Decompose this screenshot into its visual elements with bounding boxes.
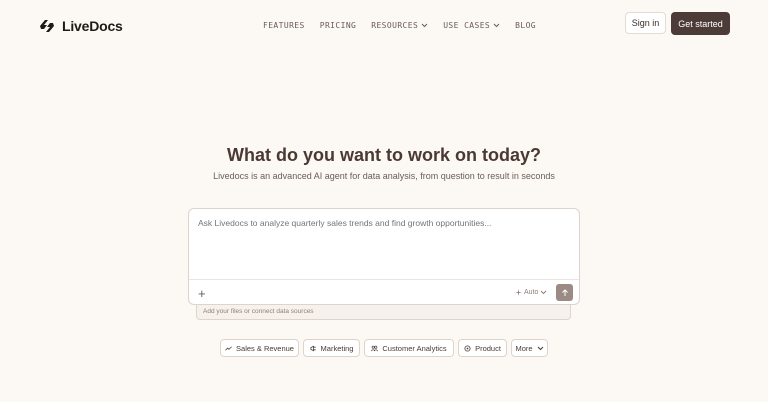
- mode-selector[interactable]: Auto: [515, 289, 547, 296]
- livedocs-logo-icon: [40, 20, 54, 32]
- chevron-down-icon: [541, 290, 547, 295]
- nav-pricing-label: PRICING: [319, 21, 357, 30]
- nav-use-cases[interactable]: USE CASES: [443, 21, 500, 30]
- nav-blog[interactable]: BLOG: [515, 21, 536, 30]
- get-started-button[interactable]: Get started: [671, 12, 730, 35]
- megaphone-icon: [310, 345, 316, 351]
- top-navbar: LiveDocs FEATURES PRICING RESOURCES USE …: [0, 0, 768, 48]
- brand-name: LiveDocs: [62, 18, 123, 34]
- chevron-down-icon: [493, 23, 500, 28]
- trending-up-icon: [225, 345, 232, 351]
- chip-customer-analytics[interactable]: Customer Analytics: [364, 339, 454, 357]
- users-icon: [371, 345, 379, 351]
- chip-label: Customer Analytics: [382, 343, 447, 353]
- main-menu: FEATURES PRICING RESOURCES USE CASES BLO…: [263, 21, 551, 30]
- nav-blog-label: BLOG: [515, 21, 537, 30]
- chip-label: Marketing: [320, 343, 354, 353]
- prompt-composer: + Auto: [188, 208, 580, 305]
- nav-resources[interactable]: RESOURCES: [371, 21, 428, 30]
- prompt-input[interactable]: [198, 218, 568, 228]
- mode-label: Auto: [524, 289, 539, 296]
- hero-title: What do you want to work on today?: [227, 145, 541, 165]
- send-button[interactable]: [556, 284, 573, 301]
- chip-marketing[interactable]: Marketing: [303, 339, 360, 357]
- chevron-down-icon: [537, 346, 543, 350]
- nav-use-cases-label: USE CASES: [443, 21, 491, 30]
- chip-label: More: [515, 343, 533, 353]
- nav-features-label: FEATURES: [263, 21, 305, 30]
- nav-resources-label: RESOURCES: [371, 21, 419, 30]
- chip-more[interactable]: More: [511, 339, 548, 357]
- sign-in-button[interactable]: Sign in: [625, 12, 666, 34]
- brand-logo[interactable]: LiveDocs: [38, 17, 123, 35]
- box-icon: [464, 344, 471, 352]
- chevron-down-icon: [421, 23, 428, 28]
- arrow-up-icon: [561, 288, 568, 296]
- hero-subtitle: Livedocs is an advanced AI agent for dat…: [213, 171, 555, 181]
- sparkle-icon: [515, 289, 522, 296]
- chip-label: Product: [475, 343, 501, 353]
- composer-divider: [189, 279, 579, 280]
- plus-icon[interactable]: +: [198, 287, 206, 300]
- nav-pricing[interactable]: PRICING: [320, 21, 357, 30]
- chip-product[interactable]: Product: [458, 339, 507, 357]
- nav-features[interactable]: FEATURES: [263, 21, 305, 30]
- data-source-hint[interactable]: Add your files or connect data sources: [196, 305, 571, 320]
- chip-label: Sales & Revenue: [236, 343, 294, 353]
- chip-sales-revenue[interactable]: Sales & Revenue: [220, 339, 299, 357]
